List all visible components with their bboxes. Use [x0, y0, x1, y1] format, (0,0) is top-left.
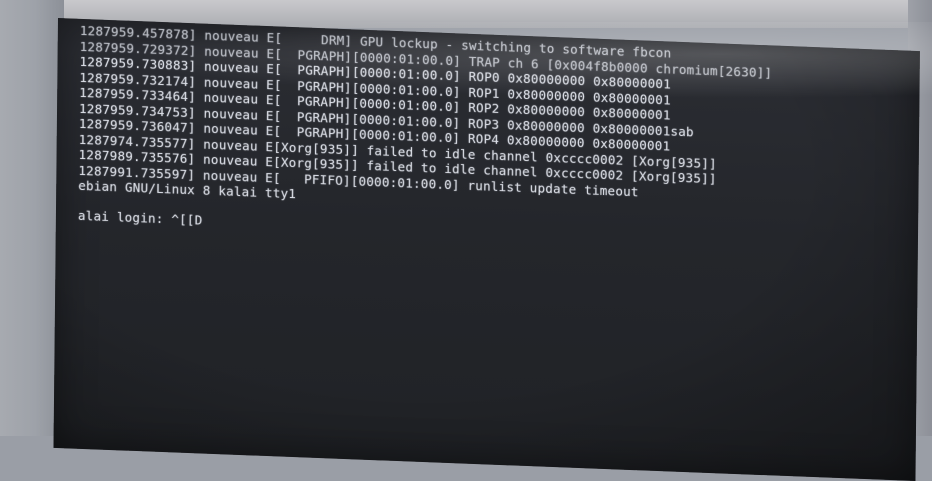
- console-screen[interactable]: 1287959.457878] nouveau E[ DRM] GPU lock…: [53, 18, 920, 481]
- tty-console[interactable]: 1287959.457878] nouveau E[ DRM] GPU lock…: [75, 23, 909, 481]
